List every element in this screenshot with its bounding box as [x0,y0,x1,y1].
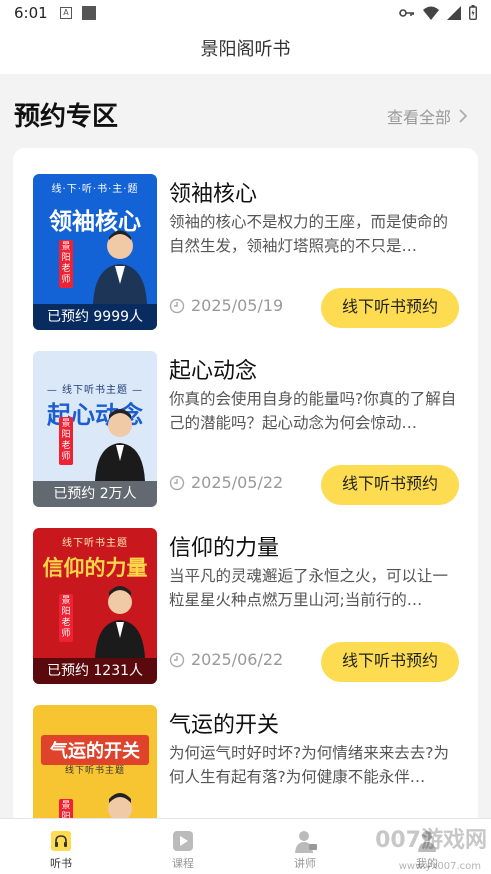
item-title: 起心动念 [169,359,258,384]
status-time: 6:01 [14,4,48,22]
book-button[interactable]: 线下听书预约 [321,465,459,505]
notification-square-icon [82,6,96,20]
thumb-topic-label: 线下听书主题 [64,766,125,776]
item-description: 当平凡的灵魂邂逅了永恒之火，可以让一粒星星火种点燃万里山河;当前行的… [169,567,449,609]
play-icon [173,831,193,851]
chevron-right-icon [459,109,467,123]
clock-icon [169,298,185,313]
app-title-bar: 景阳阁听书 [0,28,491,74]
view-all-link[interactable]: 查看全部 [387,104,467,128]
item-date-text: 2025/06/22 [191,650,284,669]
tab-label: 讲师 [294,857,316,870]
item-thumbnail[interactable]: 线·下·听·书·主·题 领袖核心 景阳老师 已预约 9999人 [33,174,157,330]
clock-icon [169,652,185,667]
item-date-text: 2025/05/19 [191,296,284,315]
thumb-topic-label: 线下听书主题 [62,538,128,549]
list-item[interactable]: 气运的开关 线下听书主题 景阳老师 气运的开关 为何运气时好时坏?为何情绪来来去… [13,679,478,828]
page-title: 景阳阁听书 [200,39,291,60]
tab-courses[interactable]: 课程 [122,819,244,874]
status-icons [399,5,477,20]
lecturer-icon [295,831,317,853]
view-all-label: 查看全部 [386,108,451,127]
book-button[interactable]: 线下听书预约 [321,288,459,328]
signal-icon [447,5,461,20]
section-title: 预约专区 [14,102,119,132]
reservation-list: 线·下·听·书·主·题 领袖核心 景阳老师 已预约 9999人 领袖核心 领袖的… [13,148,478,828]
thumb-headline: 信仰的力量 [42,556,148,580]
headphones-book-icon [51,831,71,851]
lecturer-photo-icon [93,230,147,304]
battery-icon [469,5,477,20]
clock-icon [169,475,185,490]
book-button[interactable]: 线下听书预约 [321,642,459,682]
item-title: 气运的开关 [169,713,280,738]
bottom-tab-bar: 听书 课程 讲师 我的 007游戏网 www.yx007.com [0,818,491,874]
thumb-topic-label: — 线下听书主题 — [46,385,144,396]
lecturer-photo-icon [95,409,145,481]
item-title: 信仰的力量 [169,536,280,561]
key-icon [399,8,414,17]
lecturer-tag: 景阳老师 [59,417,73,465]
item-description: 为何运气时好时坏?为何情绪来来去去?为何人生有起有落?为何健康不能永伴… [169,744,449,786]
lecturer-tag: 景阳老师 [59,240,73,288]
tab-listen[interactable]: 听书 [0,819,122,874]
watermark-text: 007游戏网 [375,828,487,853]
tab-lecturers[interactable]: 讲师 [244,819,366,874]
item-description: 你真的会使用自身的能量吗?你真的了解自己的潜能吗？起心动念为何会惊动… [169,390,457,432]
item-thumbnail[interactable]: 气运的开关 线下听书主题 景阳老师 [33,705,157,828]
item-date: 2025/05/22 [169,473,283,492]
item-thumbnail[interactable]: — 线下听书主题 — 起心动念 景阳老师 已预约 2万人 [33,351,157,507]
notification-a-icon: A [60,7,72,19]
list-item[interactable]: 线下听书主题 信仰的力量 景阳老师 已预约 1231人 信仰的力量 当平凡的灵魂… [13,502,478,684]
item-description: 领袖的核心不是权力的王座，而是使命的自然生发，领袖灯塔照亮的不只是… [169,213,449,255]
item-date: 2025/06/22 [169,650,283,669]
watermark-url: www.yx007.com [398,861,481,872]
lecturer-tag: 景阳老师 [59,594,73,642]
item-date-text: 2025/05/22 [191,473,284,492]
lecturer-photo-icon [95,586,145,658]
wifi-icon [423,6,439,20]
list-item[interactable]: — 线下听书主题 — 起心动念 景阳老师 已预约 2万人 起心动念 你真的会使用… [13,325,478,507]
item-thumbnail[interactable]: 线下听书主题 信仰的力量 景阳老师 已预约 1231人 [33,528,157,684]
status-bar: 6:01 A [0,0,491,28]
item-title: 领袖核心 [169,182,258,207]
tab-label: 听书 [50,857,72,870]
list-item[interactable]: 线·下·听·书·主·题 领袖核心 景阳老师 已预约 9999人 领袖核心 领袖的… [13,148,478,330]
thumb-headline: 气运的开关 [41,735,149,765]
tab-label: 课程 [172,857,194,870]
thumb-topic-label: 线·下·听·书·主·题 [51,184,139,195]
item-date: 2025/05/19 [169,296,283,315]
